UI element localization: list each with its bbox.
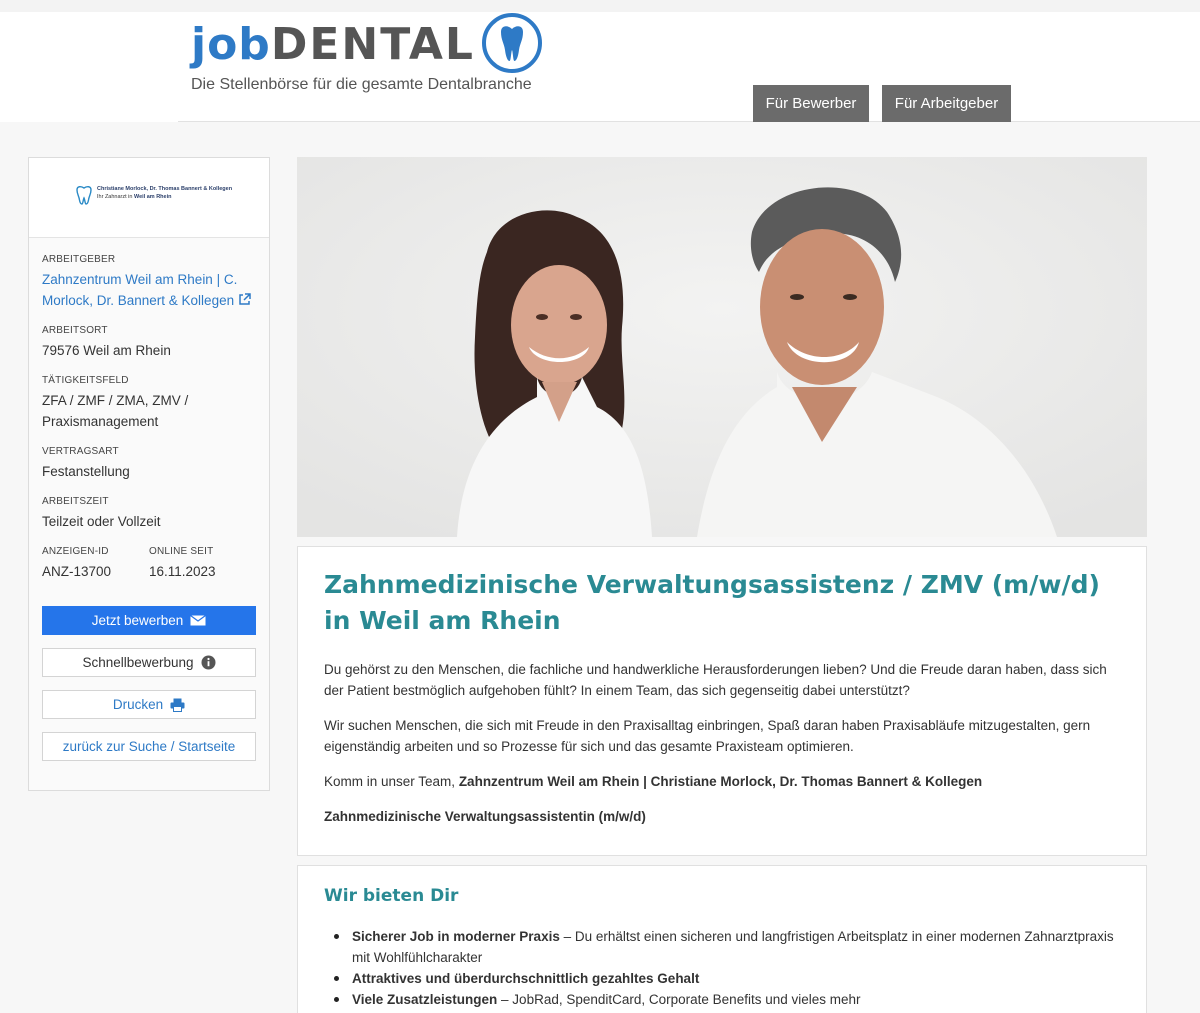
company-tooth-icon	[76, 185, 92, 205]
quick-apply-button[interactable]: Schnellbewerbung	[42, 648, 256, 677]
contract-value: Festanstellung	[42, 464, 130, 479]
ad-id-label: ANZEIGEN-ID	[42, 546, 109, 557]
ad-id-value: ANZ-13700	[42, 564, 112, 579]
worktime-value: Teilzeit oder Vollzeit	[42, 514, 161, 529]
site-logo[interactable]: job DENTAL	[191, 13, 542, 74]
printer-icon	[170, 698, 185, 712]
location-value: 79576 Weil am Rhein	[42, 343, 171, 358]
offer-item-bold: Attraktives und überdurchschnittlich gez…	[352, 971, 700, 986]
apply-now-label: Jetzt bewerben	[91, 613, 184, 628]
offer-item-bold: Sicherer Job in moderner Praxis	[352, 929, 560, 944]
offer-list: Sicherer Job in moderner Praxis – Du erh…	[324, 926, 1120, 1010]
company-logo-city: Weil am Rhein	[134, 194, 172, 200]
logo-job-text: job	[191, 18, 271, 70]
header-divider	[178, 121, 1200, 122]
back-to-search-button[interactable]: zurück zur Suche / Startseite	[42, 732, 256, 761]
field-label: TÄTIGKEITSFELD	[42, 375, 129, 386]
team-photo	[297, 157, 1147, 537]
envelope-icon	[190, 615, 207, 626]
position-name: Zahnmedizinische Verwaltungsassistentin …	[324, 809, 646, 824]
employer-label: ARBEITGEBER	[42, 254, 116, 265]
position-paragraph: Zahnmedizinische Verwaltungsassistentin …	[324, 806, 1120, 827]
team-name: Zahnzentrum Weil am Rhein | Christiane M…	[458, 774, 983, 789]
quick-apply-label: Schnellbewerbung	[82, 655, 194, 670]
top-strip	[0, 0, 1200, 12]
offer-title: Wir bieten Dir	[324, 886, 459, 906]
intro-paragraph-1: Du gehörst zu den Menschen, die fachlich…	[324, 662, 1107, 698]
nav-fuer-bewerber-button[interactable]: Für Bewerber	[753, 85, 869, 122]
company-logo-subline: Ihr Zahnarzt in	[97, 194, 134, 200]
site-header	[0, 12, 1200, 122]
nav-fuer-arbeitgeber-button[interactable]: Für Arbeitgeber	[882, 85, 1011, 122]
location-label: ARBEITSORT	[42, 325, 108, 336]
job-title: Zahnmedizinische Verwaltungsassistenz / …	[324, 570, 1100, 635]
team-photo-illustration	[297, 157, 1147, 537]
tooth-icon	[482, 13, 542, 73]
print-button[interactable]: Drucken	[42, 690, 256, 719]
info-icon	[201, 655, 216, 670]
list-item: Sicherer Job in moderner Praxis – Du erh…	[324, 926, 1120, 968]
team-paragraph: Komm in unser Team, Zahnzentrum Weil am …	[324, 771, 1120, 792]
online-since-value: 16.11.2023	[149, 564, 216, 579]
intro-paragraph-2: Wir suchen Menschen, die sich mit Freude…	[324, 718, 1091, 754]
field-value: ZFA / ZMF / ZMA, ZMV / Praxismanagement	[42, 393, 189, 429]
print-label: Drucken	[112, 697, 164, 712]
list-item: Viele Zusatzleistungen – JobRad, Spendit…	[324, 989, 1120, 1010]
contract-label: VERTRAGSART	[42, 446, 119, 457]
external-link-icon	[239, 293, 251, 305]
offer-item-text: – JobRad, SpenditCard, Corporate Benefit…	[497, 992, 861, 1007]
company-logo-name: Christiane Morlock, Dr. Thomas Bannert &…	[97, 186, 233, 192]
team-prefix: Komm in unser Team,	[324, 774, 459, 789]
job-info-sidebar: Christiane Morlock, Dr. Thomas Bannert &…	[28, 157, 270, 791]
logo-dental-text: DENTAL	[270, 18, 475, 70]
online-since-label: ONLINE SEIT	[149, 546, 214, 557]
list-item: Attraktives und überdurchschnittlich gez…	[324, 968, 1120, 989]
offer-item-bold: Viele Zusatzleistungen	[352, 992, 498, 1007]
company-logo: Christiane Morlock, Dr. Thomas Bannert &…	[75, 185, 232, 205]
worktime-label: ARBEITSZEIT	[42, 496, 109, 507]
employer-link[interactable]: Zahnzentrum Weil am Rhein | C. Morlock, …	[42, 272, 251, 308]
job-description-card: Zahnmedizinische Verwaltungsassistenz / …	[297, 546, 1147, 856]
employer-value: Zahnzentrum Weil am Rhein | C. Morlock, …	[42, 272, 238, 308]
apply-now-button[interactable]: Jetzt bewerben	[42, 606, 256, 635]
site-tagline: Die Stellenbörse für die gesamte Dentalb…	[191, 76, 532, 93]
company-logo-box: Christiane Morlock, Dr. Thomas Bannert &…	[29, 158, 269, 238]
offer-card: Wir bieten Dir Sicherer Job in moderner …	[297, 865, 1147, 1013]
